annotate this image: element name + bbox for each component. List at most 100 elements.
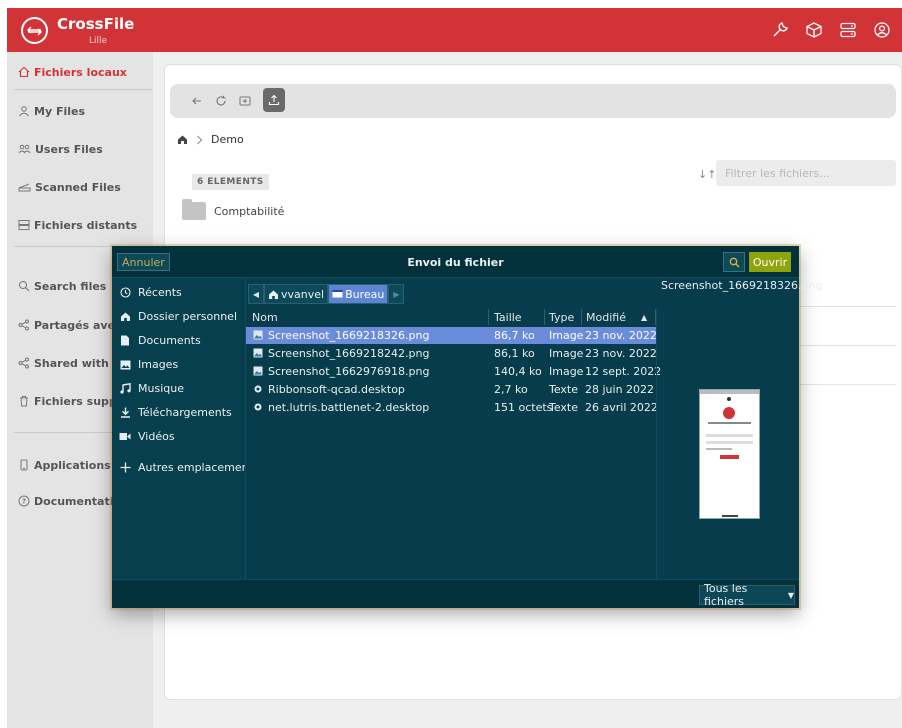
- path-label: vvanvel: [281, 287, 325, 301]
- scanner-icon: [18, 183, 31, 192]
- place-music[interactable]: Musique: [119, 382, 184, 395]
- file-name: Screenshot_1669218326.png: [268, 329, 430, 342]
- music-icon: [119, 383, 131, 395]
- place-videos[interactable]: Vidéos: [119, 430, 175, 443]
- path-label: Bureau: [345, 287, 385, 301]
- path-forward-arrow[interactable]: ▶: [388, 284, 405, 304]
- sidebar-item-my-files[interactable]: My Files: [7, 99, 153, 123]
- file-row[interactable]: net.lutris.battlenet-2.desktop 151 octet…: [246, 399, 658, 416]
- sidebar-item-label: My Files: [34, 104, 86, 118]
- sidebar-item-scanned-files[interactable]: Scanned Files: [7, 175, 153, 199]
- upload-button[interactable]: [263, 88, 285, 112]
- place-images[interactable]: Images: [119, 358, 178, 371]
- file-name: net.lutris.battlenet-2.desktop: [268, 401, 430, 414]
- mobile-icon: [20, 459, 28, 471]
- user-icon: [19, 106, 29, 117]
- file-size: 86,1 ko: [494, 347, 535, 360]
- refresh-icon[interactable]: [213, 93, 229, 109]
- place-home[interactable]: Dossier personnel: [119, 310, 237, 323]
- element-count-badge: 6 ELEMENTS: [192, 174, 269, 190]
- file-type: Texte: [549, 383, 579, 396]
- file-size: 151 octets: [494, 401, 553, 414]
- desktop-file-icon: [254, 403, 262, 411]
- row-divider: [800, 306, 896, 307]
- crossfile-logo-icon[interactable]: [21, 17, 48, 44]
- file-size: 2,7 ko: [494, 383, 528, 396]
- column-divider: [544, 309, 545, 325]
- place-label: Images: [138, 358, 179, 371]
- sidebar-item-label: Users Files: [35, 142, 103, 156]
- sidebar-item-users-files[interactable]: Users Files: [7, 137, 153, 161]
- search-icon: [19, 281, 30, 292]
- video-icon: [119, 431, 131, 443]
- file-row[interactable]: Screenshot_1669218326.png 86,7 ko Image …: [246, 327, 657, 344]
- home-icon[interactable]: [177, 134, 188, 145]
- desktop-file-icon: [254, 385, 262, 393]
- sort-icon[interactable]: ↓↑: [698, 168, 716, 181]
- file-type-select[interactable]: Tous les fichiers ▼: [699, 582, 795, 608]
- column-modified[interactable]: Modifié: [586, 311, 626, 324]
- place-downloads[interactable]: Téléchargements: [119, 406, 232, 419]
- new-folder-icon[interactable]: [237, 93, 253, 109]
- download-icon: [119, 407, 131, 419]
- file-modified: 28 juin 2022: [585, 383, 655, 396]
- svg-text:?: ?: [22, 498, 26, 506]
- file-name: Ribbonsoft-qcad.desktop: [268, 383, 405, 396]
- place-label: Vidéos: [138, 430, 175, 443]
- image-file-icon: [253, 348, 263, 358]
- column-name[interactable]: Nom: [252, 311, 278, 324]
- sidebar-item-label: Fichiers locaux: [34, 65, 127, 79]
- file-type: Image: [549, 347, 584, 360]
- wrench-icon[interactable]: [770, 20, 790, 40]
- column-divider: [581, 309, 582, 325]
- file-modified: 23 nov. 2022: [585, 347, 657, 360]
- places-sidebar: Récents Dossier personnel Documents Imag…: [112, 279, 259, 579]
- place-label: Récents: [138, 286, 182, 299]
- file-type: Texte: [549, 401, 579, 414]
- top-bar: CrossFile Lille: [7, 8, 902, 52]
- column-size[interactable]: Taille: [494, 311, 522, 324]
- sidebar-item-remote-files[interactable]: Fichiers distants: [7, 213, 153, 237]
- open-button[interactable]: Ouvrir: [749, 252, 791, 272]
- cube-icon[interactable]: [804, 20, 824, 40]
- sidebar-item-label: Search files: [34, 279, 107, 293]
- column-type[interactable]: Type: [549, 311, 574, 324]
- app-location: Lille: [89, 36, 108, 46]
- sort-ascending-icon: ▲: [641, 313, 648, 322]
- upload-icon: [268, 94, 280, 106]
- share-icon: [18, 357, 29, 369]
- list-item[interactable]: Comptabilité: [182, 199, 284, 220]
- sidebar-item-label: Fichiers distants: [34, 218, 138, 232]
- search-button[interactable]: [723, 252, 745, 272]
- row-divider: [800, 384, 896, 385]
- place-documents[interactable]: Documents: [119, 334, 201, 347]
- dialog-title: Envoi du fichier: [407, 256, 504, 269]
- file-type: Image: [549, 329, 584, 342]
- file-modified: 23 nov. 2022: [585, 329, 657, 342]
- file-row[interactable]: Screenshot_1662976918.png 140,4 ko Image…: [246, 363, 661, 380]
- filter-files-input[interactable]: [716, 160, 896, 186]
- chevron-down-icon: ▼: [787, 590, 794, 600]
- breadcrumb: Demo: [177, 133, 244, 146]
- image-file-icon: [253, 366, 263, 376]
- file-row[interactable]: Ribbonsoft-qcad.desktop 2,7 ko Texte 28 …: [246, 381, 656, 398]
- clock-icon: [119, 287, 131, 299]
- path-segment-home[interactable]: vvanvel: [264, 284, 329, 304]
- file-list-pane: ◀ vvanvel Bureau ▶ Nom Taille Type Modif…: [245, 279, 822, 579]
- path-bar: ◀ vvanvel Bureau ▶: [246, 283, 405, 305]
- place-label: Dossier personnel: [138, 310, 238, 323]
- sidebar-item-label: Scanned Files: [35, 180, 121, 194]
- sidebar-item-local-files[interactable]: Fichiers locaux: [7, 60, 153, 84]
- dialog-footer: Tous les fichiers ▼: [112, 579, 799, 608]
- place-recents[interactable]: Récents: [119, 286, 182, 299]
- file-row[interactable]: Screenshot_1669218242.png 86,1 ko Image …: [246, 345, 657, 362]
- path-segment-desktop[interactable]: Bureau: [328, 284, 389, 304]
- place-other-locations[interactable]: Autres emplacements: [119, 461, 259, 474]
- column-divider: [488, 309, 489, 325]
- breadcrumb-current[interactable]: Demo: [211, 133, 244, 146]
- account-icon[interactable]: [872, 20, 892, 40]
- path-back-arrow[interactable]: ◀: [248, 284, 264, 304]
- back-icon[interactable]: [189, 93, 205, 109]
- preview-thumbnail: [699, 389, 760, 519]
- server-icon[interactable]: [838, 20, 858, 40]
